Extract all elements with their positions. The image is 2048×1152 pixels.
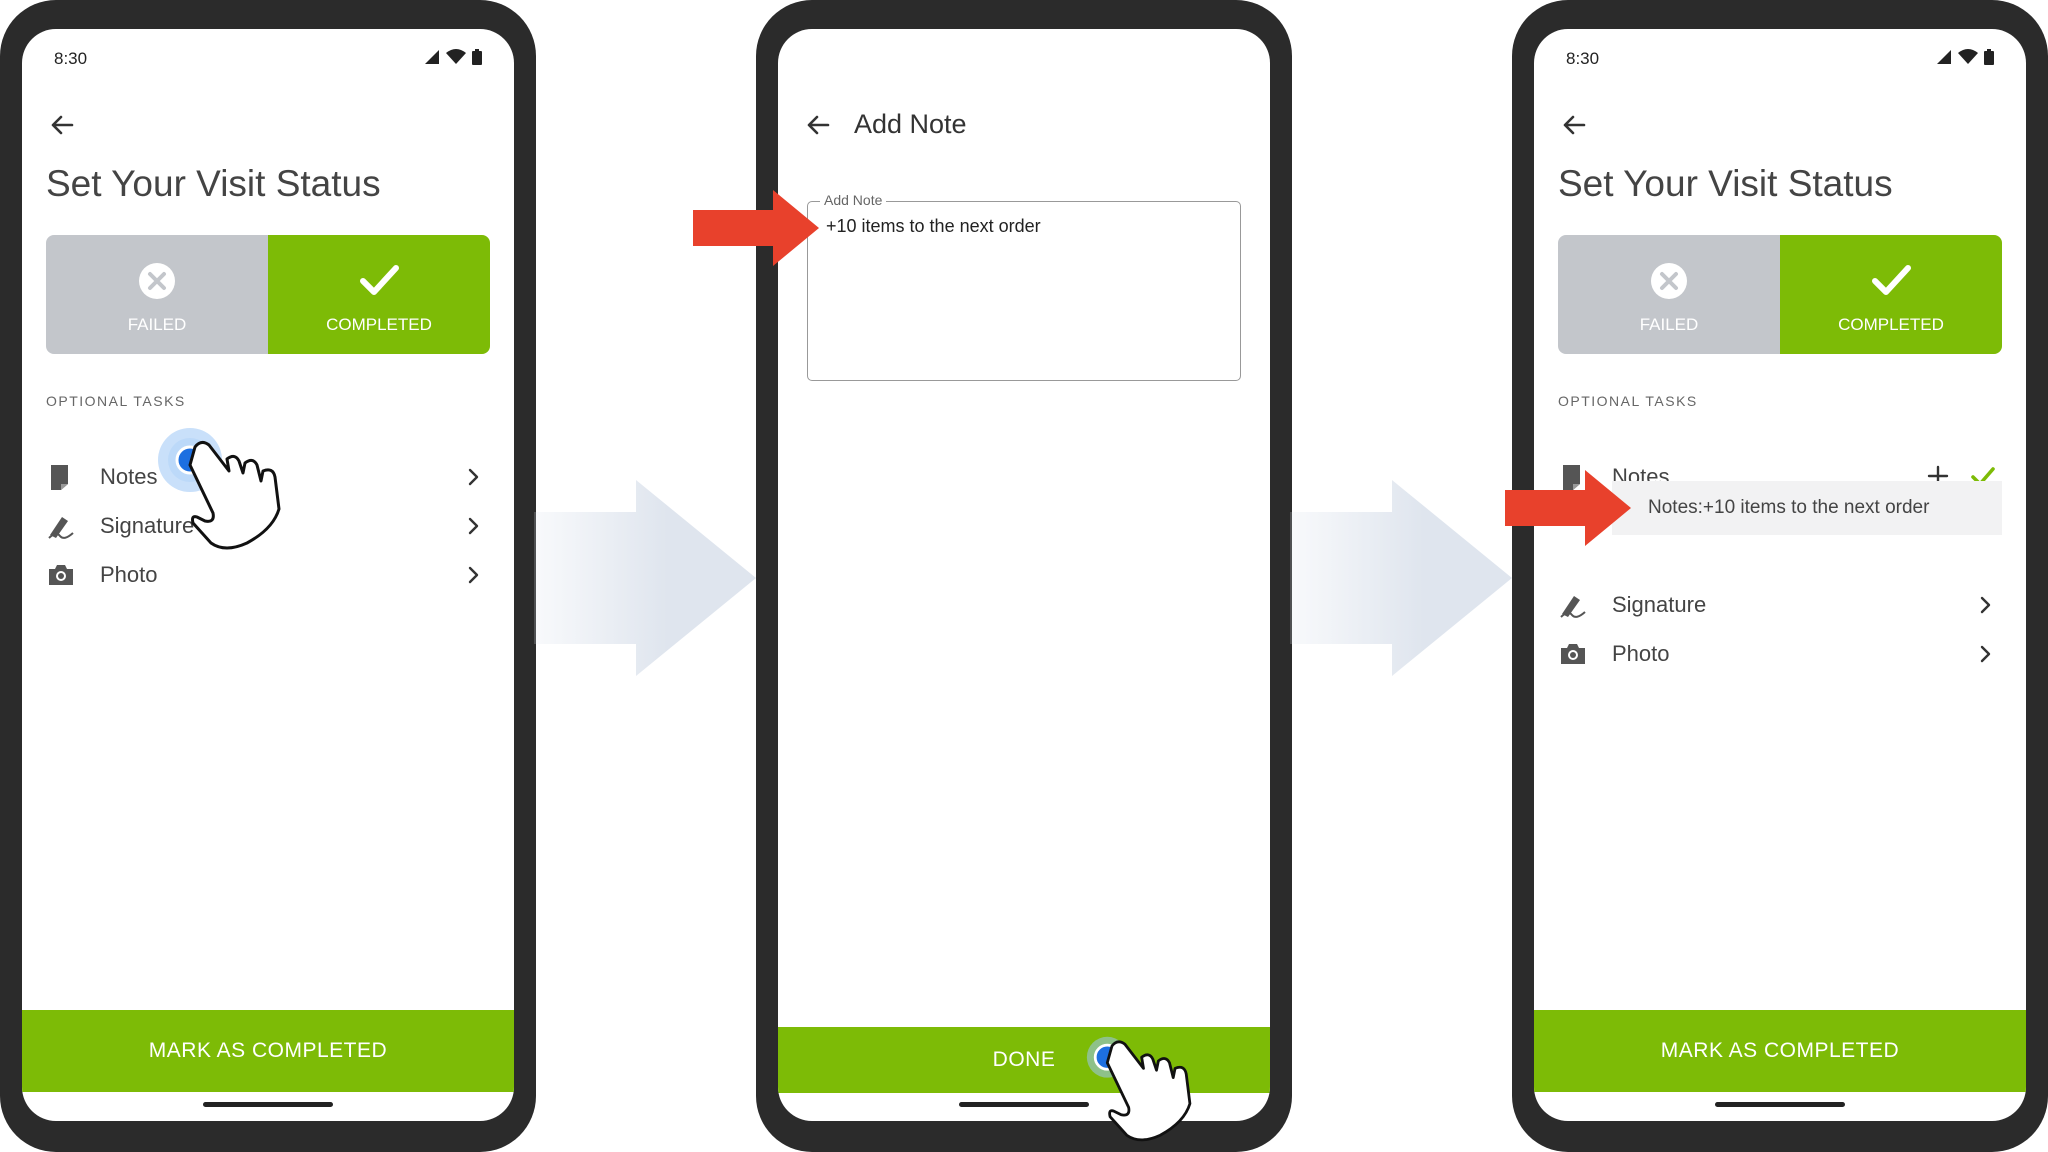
- page-title: Set Your Visit Status: [46, 163, 381, 204]
- back-arrow-icon[interactable]: [1558, 109, 1590, 141]
- check-icon: [1872, 265, 1911, 295]
- callout-arrow-icon: [693, 190, 819, 266]
- note-input-label: Add Note: [820, 192, 887, 208]
- cell-signal-icon: [425, 50, 439, 64]
- chevron-right-icon: [468, 566, 479, 584]
- failed-option[interactable]: FAILED: [1558, 235, 1780, 354]
- back-arrow-icon[interactable]: [802, 109, 834, 141]
- callout-arrow-icon: [1505, 470, 1631, 546]
- task-label: Photo: [100, 562, 158, 587]
- chevron-right-icon: [468, 517, 479, 535]
- back-arrow-icon[interactable]: [46, 109, 78, 141]
- home-indicator: [1715, 1102, 1845, 1107]
- phone-frame-1: 8:30 Set Your Visit Status FAILED COMPLE…: [0, 0, 536, 1152]
- task-label: Photo: [1612, 641, 1670, 666]
- status-time: 8:30: [1566, 49, 1600, 68]
- note-preview-text: Notes:+10 items to the next order: [1648, 497, 1930, 518]
- failed-label: FAILED: [1639, 315, 1699, 334]
- status-time: 8:30: [54, 49, 88, 68]
- failed-label: FAILED: [127, 315, 187, 334]
- task-row-photo[interactable]: Photo: [46, 552, 490, 598]
- status-toggle: FAILED COMPLETED: [46, 235, 490, 354]
- section-label: OPTIONAL TASKS: [1558, 393, 1698, 409]
- note-input[interactable]: Add Note +10 items to the next order: [807, 192, 1241, 381]
- chevron-right-icon: [1980, 596, 1991, 614]
- completed-label: COMPLETED: [326, 315, 432, 334]
- task-row-signature[interactable]: Signature: [1558, 582, 2002, 628]
- visit-status-screen: 8:30 Set Your Visit Status FAILED COMPLE…: [1534, 29, 2026, 1121]
- status-bar: 8:30: [54, 47, 482, 71]
- visit-status-screen: 8:30 Set Your Visit Status FAILED COMPLE…: [22, 29, 514, 1121]
- mark-completed-button[interactable]: MARK AS COMPLETED: [22, 1010, 514, 1092]
- note-icon: [51, 465, 68, 490]
- wifi-icon: [1958, 49, 1978, 64]
- tap-hand-icon: [1086, 1036, 1192, 1142]
- note-input-value[interactable]: +10 items to the next order: [826, 216, 1041, 237]
- camera-icon: [1561, 644, 1585, 664]
- battery-icon: [472, 49, 482, 65]
- completed-option[interactable]: COMPLETED: [1780, 235, 2002, 354]
- phone-frame-2: Add Note Add Note +10 items to the next …: [756, 0, 1292, 1152]
- close-circle-icon: [139, 263, 175, 299]
- section-label: OPTIONAL TASKS: [46, 393, 186, 409]
- add-note-screen: Add Note Add Note +10 items to the next …: [778, 29, 1270, 1121]
- status-toggle: FAILED COMPLETED: [1558, 235, 2002, 354]
- tap-hand-icon: [158, 428, 281, 550]
- battery-icon: [1984, 49, 1994, 65]
- check-icon: [360, 265, 399, 295]
- note-preview: Notes:+10 items to the next order: [1612, 481, 2002, 535]
- signature-icon: [1560, 596, 1586, 618]
- chevron-right-icon: [1980, 645, 1991, 663]
- camera-icon: [49, 565, 73, 585]
- mark-completed-button[interactable]: MARK AS COMPLETED: [1534, 1010, 2026, 1092]
- home-indicator: [203, 1102, 333, 1107]
- signature-icon: [48, 517, 74, 539]
- task-row-photo[interactable]: Photo: [1558, 631, 2002, 677]
- chevron-right-icon: [468, 468, 479, 486]
- completed-label: COMPLETED: [1838, 315, 1944, 334]
- failed-option[interactable]: FAILED: [46, 235, 268, 354]
- task-label: Signature: [1612, 592, 1707, 617]
- completed-option[interactable]: COMPLETED: [268, 235, 490, 354]
- status-bar: 8:30: [1566, 47, 1994, 71]
- task-label: Notes: [100, 464, 158, 489]
- flow-arrow-right: [1290, 480, 1512, 676]
- page-title: Add Note: [854, 109, 967, 139]
- flow-arrow-right: [534, 480, 756, 676]
- phone-frame-3: 8:30 Set Your Visit Status FAILED COMPLE…: [1512, 0, 2048, 1152]
- wifi-icon: [446, 49, 466, 64]
- cell-signal-icon: [1937, 50, 1951, 64]
- close-circle-icon: [1651, 263, 1687, 299]
- page-title: Set Your Visit Status: [1558, 163, 1893, 204]
- home-indicator: [959, 1102, 1089, 1107]
